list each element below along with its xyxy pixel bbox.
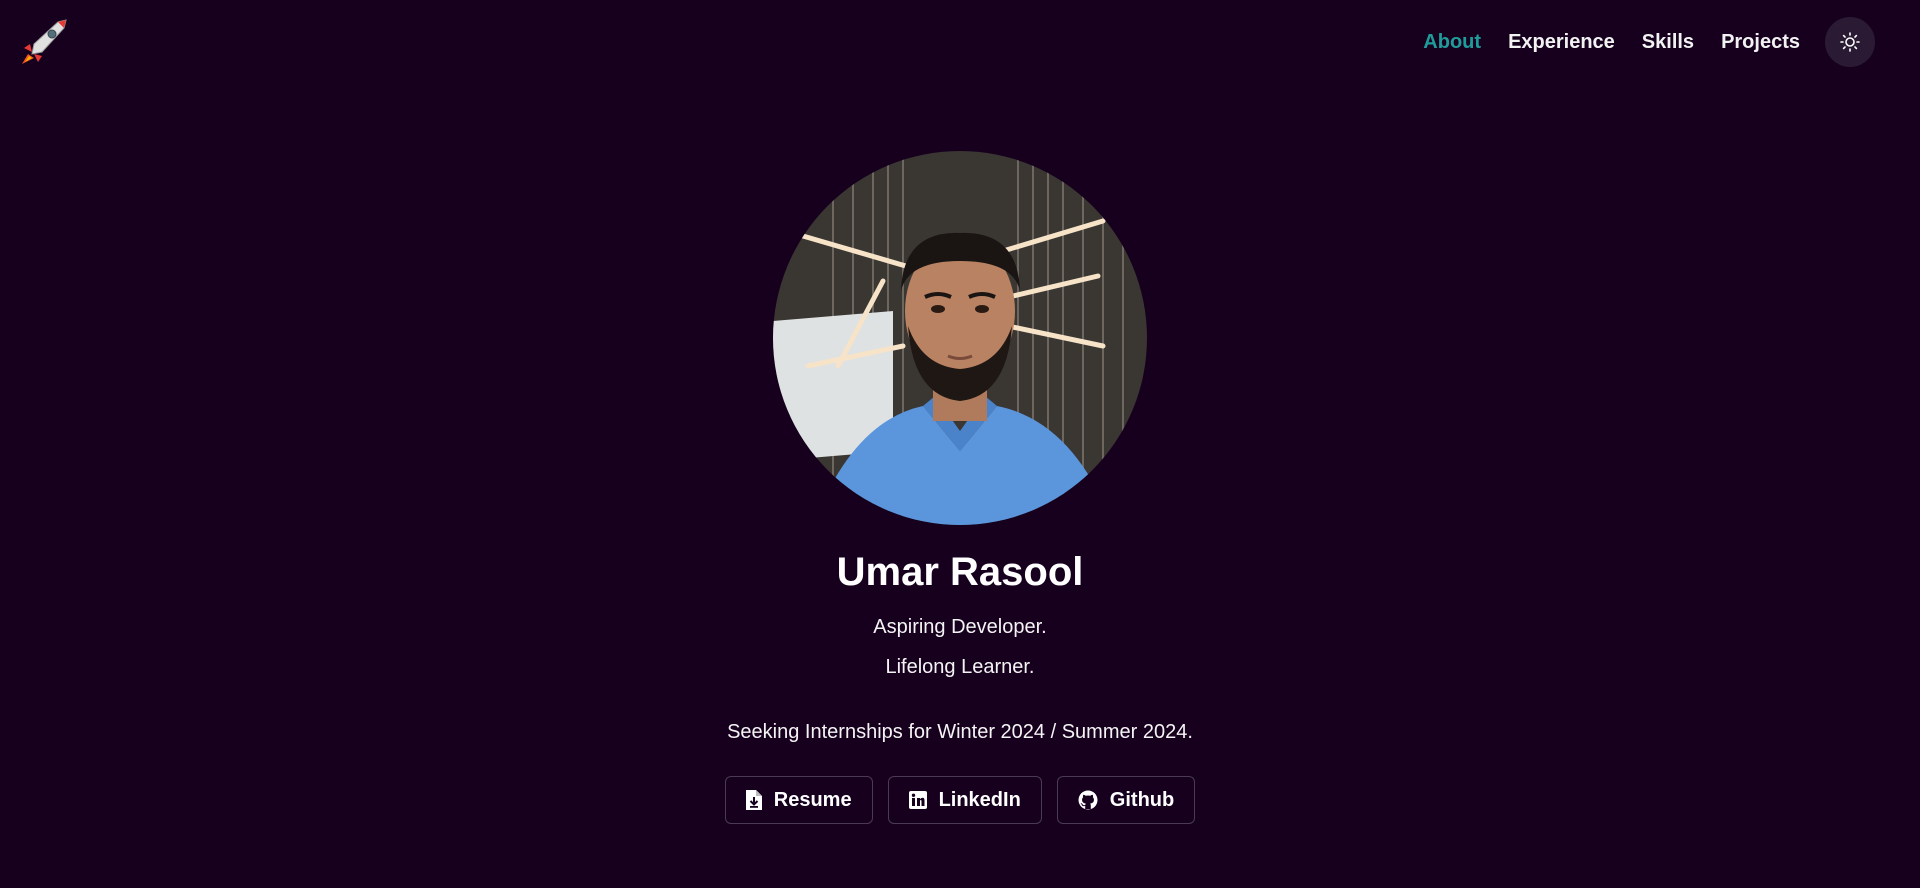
- tagline-aspiring: Aspiring Developer.: [873, 616, 1047, 638]
- resume-label: Resume: [773, 788, 852, 811]
- file-download-icon: [745, 790, 762, 810]
- resume-button[interactable]: Resume: [724, 776, 873, 824]
- linkedin-label: LinkedIn: [938, 788, 1021, 811]
- linkedin-button[interactable]: LinkedIn: [887, 776, 1042, 824]
- portfolio-page: About Experience Skills Projects Umar Ra…: [0, 0, 1920, 888]
- linkedin-icon: [908, 791, 927, 809]
- rocket-icon[interactable]: [20, 18, 70, 66]
- profile-name: Umar Rasool: [836, 550, 1084, 594]
- tagline-learner: Lifelong Learner.: [885, 656, 1035, 678]
- nav-link-projects[interactable]: Projects: [1721, 31, 1800, 54]
- seeking-internships-text: Seeking Internships for Winter 2024 / Su…: [727, 721, 1193, 743]
- sun-icon: [1840, 32, 1860, 52]
- nav-link-about[interactable]: About: [1423, 31, 1481, 54]
- github-icon: [1078, 790, 1098, 810]
- nav-link-experience[interactable]: Experience: [1508, 31, 1615, 54]
- main-nav: About Experience Skills Projects: [1396, 16, 1875, 68]
- profile-photo: [773, 151, 1147, 525]
- github-button[interactable]: Github: [1056, 776, 1196, 824]
- theme-toggle-button[interactable]: [1825, 17, 1875, 67]
- nav-link-skills[interactable]: Skills: [1642, 31, 1694, 54]
- social-buttons: Resume LinkedIn Github: [0, 776, 1920, 824]
- github-label: Github: [1109, 788, 1175, 811]
